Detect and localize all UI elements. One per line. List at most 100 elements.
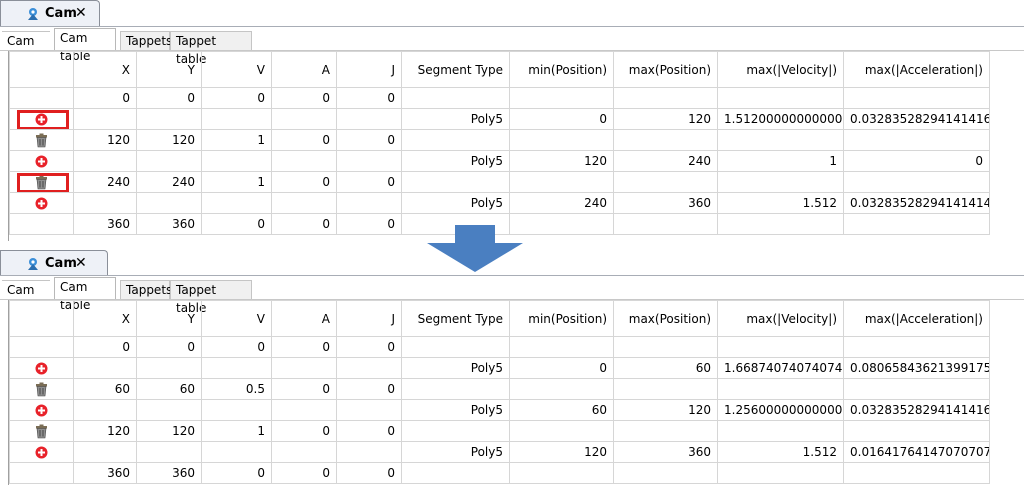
column-header[interactable]: min(Position) bbox=[509, 51, 614, 88]
column-header[interactable]: V bbox=[201, 300, 272, 337]
table-cell[interactable] bbox=[843, 420, 990, 442]
table-cell[interactable] bbox=[717, 462, 844, 484]
table-cell[interactable]: 0 bbox=[73, 336, 137, 358]
table-cell[interactable] bbox=[613, 336, 718, 358]
table-cell[interactable]: 60 bbox=[613, 357, 718, 379]
table-cell[interactable]: Poly5 bbox=[401, 150, 510, 172]
table-cell[interactable] bbox=[136, 150, 202, 172]
table-cell[interactable] bbox=[717, 171, 844, 193]
table-cell[interactable]: 1 bbox=[201, 171, 272, 193]
column-header[interactable]: J bbox=[336, 300, 402, 337]
table-cell[interactable] bbox=[271, 441, 337, 463]
table-cell[interactable] bbox=[843, 378, 990, 400]
trash-icon[interactable] bbox=[35, 382, 48, 396]
table-cell[interactable]: 240 bbox=[509, 192, 614, 214]
table-cell[interactable]: 120 bbox=[136, 420, 202, 442]
table-cell[interactable] bbox=[271, 399, 337, 421]
table-cell[interactable]: 0 bbox=[201, 462, 272, 484]
table-cell[interactable]: 1.2560000000000002 bbox=[717, 399, 844, 421]
table-cell[interactable]: 60 bbox=[73, 378, 137, 400]
table-cell[interactable] bbox=[509, 87, 614, 109]
table-cell[interactable] bbox=[401, 87, 510, 109]
add-segment-icon[interactable] bbox=[35, 112, 48, 126]
table-cell[interactable]: 0.016417641470707071 bbox=[843, 441, 990, 463]
table-cell[interactable] bbox=[336, 192, 402, 214]
table-cell[interactable] bbox=[717, 420, 844, 442]
table-cell[interactable]: 0 bbox=[271, 336, 337, 358]
table-cell[interactable]: 1.6687407407407402 bbox=[717, 357, 844, 379]
table-cell[interactable]: 120 bbox=[73, 420, 137, 442]
table-cell[interactable]: 120 bbox=[509, 441, 614, 463]
table-cell[interactable] bbox=[717, 336, 844, 358]
table-cell[interactable] bbox=[843, 129, 990, 151]
column-header[interactable]: Segment Type bbox=[401, 300, 510, 337]
table-cell[interactable]: 360 bbox=[613, 192, 718, 214]
column-header[interactable]: X bbox=[73, 300, 137, 337]
table-cell[interactable]: 360 bbox=[73, 462, 137, 484]
table-cell[interactable]: Poly5 bbox=[401, 357, 510, 379]
table-cell[interactable]: 60 bbox=[136, 378, 202, 400]
table-cell[interactable]: 360 bbox=[136, 213, 202, 235]
trash-icon[interactable] bbox=[35, 424, 48, 438]
column-header[interactable]: Y bbox=[136, 300, 202, 337]
table-cell[interactable] bbox=[509, 171, 614, 193]
table-cell[interactable]: 360 bbox=[136, 462, 202, 484]
close-icon[interactable]: ✕ bbox=[75, 255, 87, 271]
table-cell[interactable]: 0 bbox=[271, 213, 337, 235]
table-cell[interactable] bbox=[717, 378, 844, 400]
table-cell[interactable]: 0 bbox=[271, 171, 337, 193]
column-header[interactable]: min(Position) bbox=[509, 300, 614, 337]
add-segment-icon[interactable] bbox=[35, 154, 48, 168]
table-cell[interactable] bbox=[613, 213, 718, 235]
tab-tappets[interactable]: Tappets bbox=[120, 280, 172, 299]
table-cell[interactable] bbox=[336, 108, 402, 130]
column-header[interactable]: max(Position) bbox=[613, 300, 718, 337]
table-cell[interactable] bbox=[401, 129, 510, 151]
table-cell[interactable] bbox=[613, 420, 718, 442]
table-cell[interactable] bbox=[717, 129, 844, 151]
table-cell[interactable]: 0 bbox=[271, 87, 337, 109]
table-cell[interactable]: 120 bbox=[613, 399, 718, 421]
table-cell[interactable] bbox=[336, 399, 402, 421]
column-header[interactable]: V bbox=[201, 51, 272, 88]
tab-cam[interactable]: Cam bbox=[2, 31, 50, 50]
column-header[interactable]: max(Position) bbox=[613, 51, 718, 88]
table-cell[interactable]: 0.080658436213991755 bbox=[843, 357, 990, 379]
table-cell[interactable] bbox=[613, 171, 718, 193]
table-cell[interactable] bbox=[613, 378, 718, 400]
table-cell[interactable]: Poly5 bbox=[401, 399, 510, 421]
close-icon[interactable]: ✕ bbox=[75, 5, 87, 21]
table-cell[interactable]: 0 bbox=[271, 420, 337, 442]
table-cell[interactable]: 1 bbox=[201, 129, 272, 151]
table-cell[interactable] bbox=[717, 213, 844, 235]
table-cell[interactable]: 0 bbox=[843, 150, 990, 172]
table-cell[interactable] bbox=[613, 462, 718, 484]
table-cell[interactable] bbox=[201, 357, 272, 379]
table-cell[interactable]: 0 bbox=[336, 129, 402, 151]
table-cell[interactable]: 1 bbox=[201, 420, 272, 442]
table-cell[interactable]: 0 bbox=[201, 213, 272, 235]
trash-icon[interactable] bbox=[35, 175, 48, 189]
table-cell[interactable]: 120 bbox=[509, 150, 614, 172]
table-cell[interactable] bbox=[73, 108, 137, 130]
table-cell[interactable] bbox=[73, 441, 137, 463]
column-header[interactable]: max(|Acceleration|) bbox=[843, 300, 990, 337]
table-cell[interactable] bbox=[613, 129, 718, 151]
table-cell[interactable]: 120 bbox=[613, 108, 718, 130]
table-cell[interactable] bbox=[717, 87, 844, 109]
table-cell[interactable] bbox=[136, 108, 202, 130]
table-cell[interactable] bbox=[843, 213, 990, 235]
table-cell[interactable] bbox=[336, 150, 402, 172]
table-cell[interactable]: 1.5120000000000007 bbox=[717, 108, 844, 130]
table-cell[interactable] bbox=[336, 357, 402, 379]
table-cell[interactable] bbox=[843, 171, 990, 193]
table-cell[interactable] bbox=[201, 441, 272, 463]
table-cell[interactable] bbox=[136, 441, 202, 463]
table-cell[interactable]: 1.512 bbox=[717, 192, 844, 214]
table-cell[interactable]: 0 bbox=[336, 420, 402, 442]
table-cell[interactable] bbox=[843, 336, 990, 358]
table-cell[interactable]: 1.512 bbox=[717, 441, 844, 463]
table-cell[interactable]: 60 bbox=[509, 399, 614, 421]
table-cell[interactable] bbox=[201, 108, 272, 130]
table-cell[interactable]: 120 bbox=[73, 129, 137, 151]
